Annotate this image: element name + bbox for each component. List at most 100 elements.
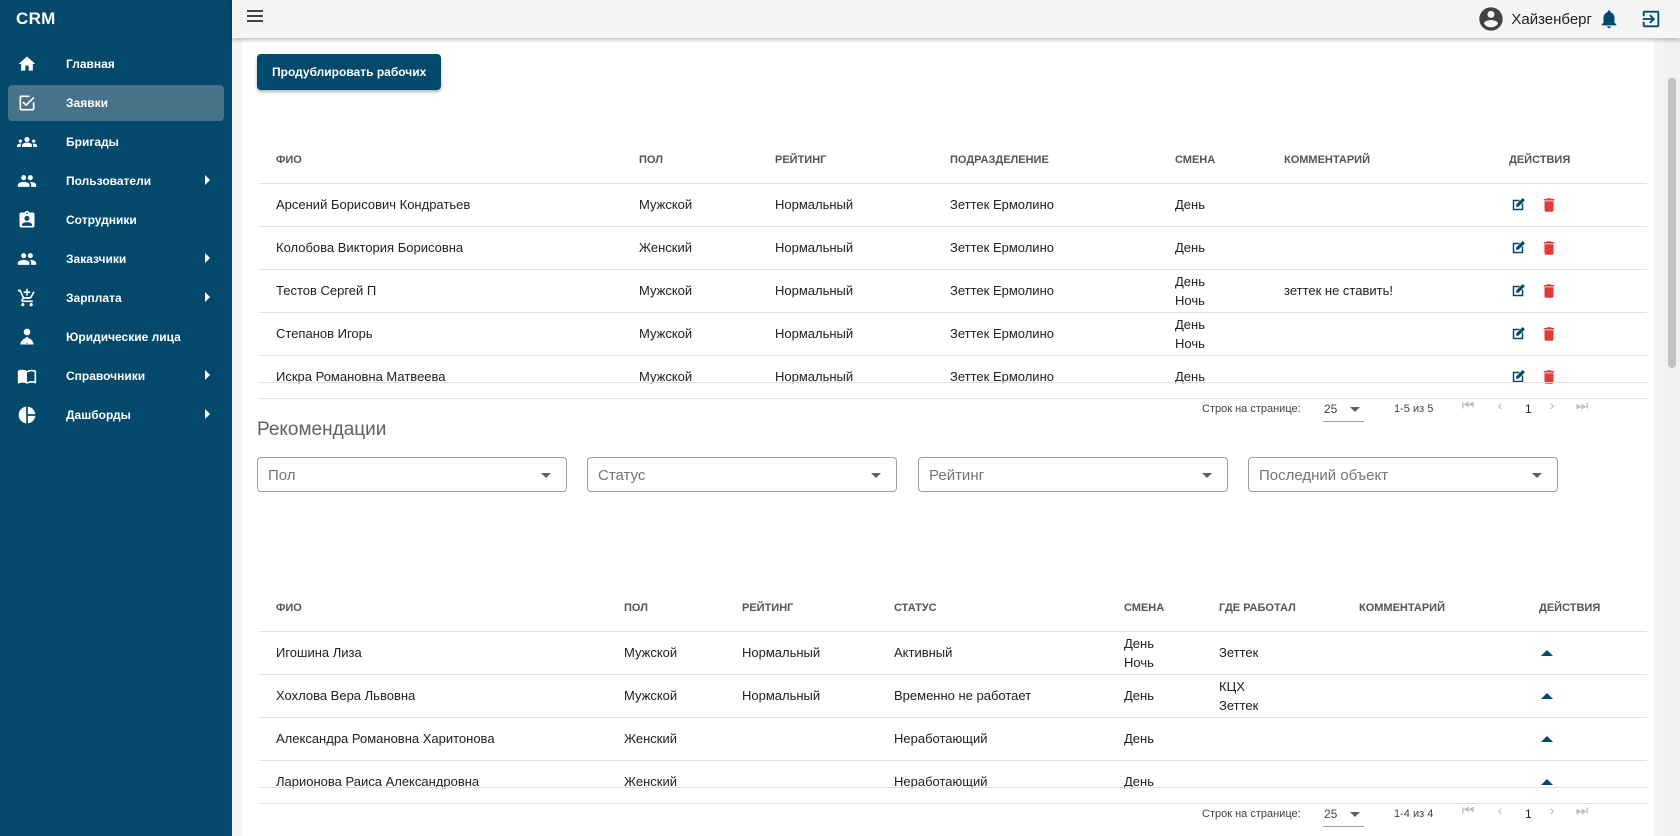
rows-per-page-value: 25 [1324, 807, 1338, 821]
column-header-shift[interactable]: Смена [1158, 138, 1267, 184]
shift-value: День [1175, 240, 1205, 255]
first-page-icon[interactable]: ⏮ [1458, 802, 1478, 824]
sidebar-item-employees[interactable]: Сотрудники [8, 202, 224, 238]
table-row[interactable]: Александра Романовна Харитонова Женский … [259, 717, 1647, 761]
last-page-icon[interactable]: ⏭ [1572, 397, 1592, 419]
filter-last-object-select[interactable]: Последний объект [1248, 457, 1558, 492]
column-header-shift[interactable]: Смена [1107, 586, 1202, 632]
cell-rating [725, 717, 877, 761]
sidebar-item-salary[interactable]: Зарплата [8, 280, 224, 316]
delete-icon[interactable] [1540, 282, 1558, 300]
cell-shift: День [1107, 717, 1202, 761]
filter-label: Рейтинг [929, 467, 985, 484]
column-header-division[interactable]: Подразделение [933, 138, 1158, 184]
prev-page-icon[interactable]: ‹ [1490, 802, 1510, 824]
arrow-up-icon[interactable] [1538, 730, 1556, 748]
table-row[interactable]: Игошина Лиза Мужской Нормальный Активный… [259, 631, 1647, 675]
sidebar-item-directories[interactable]: Справочники [8, 358, 224, 394]
cell-comment: зеттек не ставить! [1267, 269, 1492, 313]
bell-icon[interactable] [1598, 8, 1620, 30]
column-header-fio[interactable]: ФИО [259, 138, 622, 184]
scrollbar-thumb[interactable] [1668, 78, 1676, 368]
duplicate-workers-button[interactable]: Продублировать рабочих [257, 54, 442, 90]
shift-value: День [1124, 688, 1154, 703]
cell-gender: Женский [622, 226, 758, 270]
table-row[interactable]: Хохлова Вера Львовна Мужской Нормальный … [259, 674, 1647, 718]
edit-icon[interactable] [1509, 239, 1527, 257]
column-header-worked[interactable]: Где работал [1202, 586, 1342, 632]
cell-rating: Нормальный [725, 674, 877, 718]
groups-icon [16, 131, 38, 153]
sidebar-item-label: Заказчики [66, 252, 127, 266]
page-number[interactable]: 1 [1525, 402, 1532, 416]
arrow-up-icon[interactable] [1538, 687, 1556, 705]
filter-rating-select[interactable]: Рейтинг [918, 457, 1228, 492]
worked-value: Зеттек [1219, 645, 1259, 660]
people-icon [16, 248, 38, 270]
user-menu[interactable]: Хайзенберг [1477, 5, 1592, 33]
column-header-comment[interactable]: Комментарий [1267, 138, 1492, 184]
sidebar-item-users[interactable]: Пользователи [8, 163, 224, 199]
logout-icon[interactable] [1640, 8, 1662, 30]
column-header-status[interactable]: Статус [877, 586, 1107, 632]
sidebar-item-home[interactable]: Главная [8, 46, 224, 82]
next-page-icon[interactable]: › [1542, 397, 1562, 419]
edit-icon[interactable] [1509, 282, 1527, 300]
cell-fio: Тестов Сергей П [259, 269, 622, 313]
rows-per-page-select[interactable]: 25 [1323, 803, 1364, 827]
table-row[interactable]: Тестов Сергей П Мужской Нормальный Зетте… [259, 269, 1647, 313]
delete-icon[interactable] [1540, 325, 1558, 343]
arrow-up-icon[interactable] [1538, 644, 1556, 662]
column-header-comment[interactable]: Комментарий [1342, 586, 1522, 632]
column-header-gender[interactable]: Пол [622, 138, 758, 184]
sidebar-item-brigades[interactable]: Бригады [8, 124, 224, 160]
shift-value: Ночь [1124, 654, 1154, 670]
person-tie-icon [16, 326, 38, 348]
table-row[interactable]: Арсений Борисович Кондратьев Мужской Нор… [259, 183, 1647, 227]
table-row[interactable]: Степанов Игорь Мужской Нормальный Зеттек… [259, 312, 1647, 356]
page-number[interactable]: 1 [1525, 807, 1532, 821]
table-row[interactable]: Колобова Виктория Борисовна Женский Норм… [259, 226, 1647, 270]
book-icon [16, 365, 38, 387]
page-range: 1-5 из 5 [1394, 403, 1434, 415]
chevron-right-icon [205, 175, 210, 185]
dropdown-arrow-icon [541, 473, 551, 478]
prev-page-icon[interactable]: ‹ [1490, 397, 1510, 419]
badge-icon [16, 209, 38, 231]
menu-icon[interactable] [247, 10, 265, 26]
column-header-rating[interactable]: Рейтинг [725, 586, 877, 632]
sidebar-item-dashboards[interactable]: Дашборды [8, 397, 224, 433]
filter-gender-select[interactable]: Пол [257, 457, 567, 492]
column-header-fio[interactable]: ФИО [259, 586, 607, 632]
rows-per-page-label: Строк на странице: [1202, 808, 1301, 820]
last-page-icon[interactable]: ⏭ [1572, 802, 1592, 824]
shift-value: День [1175, 316, 1205, 332]
filter-status-select[interactable]: Статус [587, 457, 897, 492]
cell-comment [1342, 717, 1522, 761]
sidebar-item-customers[interactable]: Заказчики [8, 241, 224, 277]
cell-fio: Хохлова Вера Львовна [259, 674, 607, 718]
rows-per-page-select[interactable]: 25 [1323, 398, 1364, 422]
first-page-icon[interactable]: ⏮ [1458, 397, 1478, 419]
cell-status: Временно не работает [877, 674, 1107, 718]
cell-fio: Александра Романовна Харитонова [259, 717, 607, 761]
delete-icon[interactable] [1540, 196, 1558, 214]
page-scrollbar[interactable] [1664, 38, 1680, 836]
column-header-rating[interactable]: Рейтинг [758, 138, 933, 184]
edit-icon[interactable] [1509, 325, 1527, 343]
sidebar-item-requests[interactable]: Заявки [8, 85, 224, 121]
chevron-right-icon [205, 370, 210, 380]
cell-comment [1267, 226, 1492, 270]
edit-icon[interactable] [1509, 196, 1527, 214]
delete-icon[interactable] [1540, 239, 1558, 257]
table-header-row: ФИО Пол Рейтинг Подразделение Смена Комм… [259, 138, 1647, 184]
column-header-gender[interactable]: Пол [607, 586, 725, 632]
sidebar-item-label: Справочники [66, 369, 146, 383]
next-page-icon[interactable]: › [1542, 802, 1562, 824]
worked-value: Зеттек [1219, 697, 1259, 713]
cell-gender: Мужской [607, 674, 725, 718]
filter-label: Пол [268, 467, 296, 484]
sidebar-item-legal-entities[interactable]: Юридические лица [8, 319, 224, 355]
column-header-actions: Действия [1522, 586, 1647, 632]
table-header-row: ФИО Пол Рейтинг Статус Смена Где работал… [259, 586, 1647, 632]
